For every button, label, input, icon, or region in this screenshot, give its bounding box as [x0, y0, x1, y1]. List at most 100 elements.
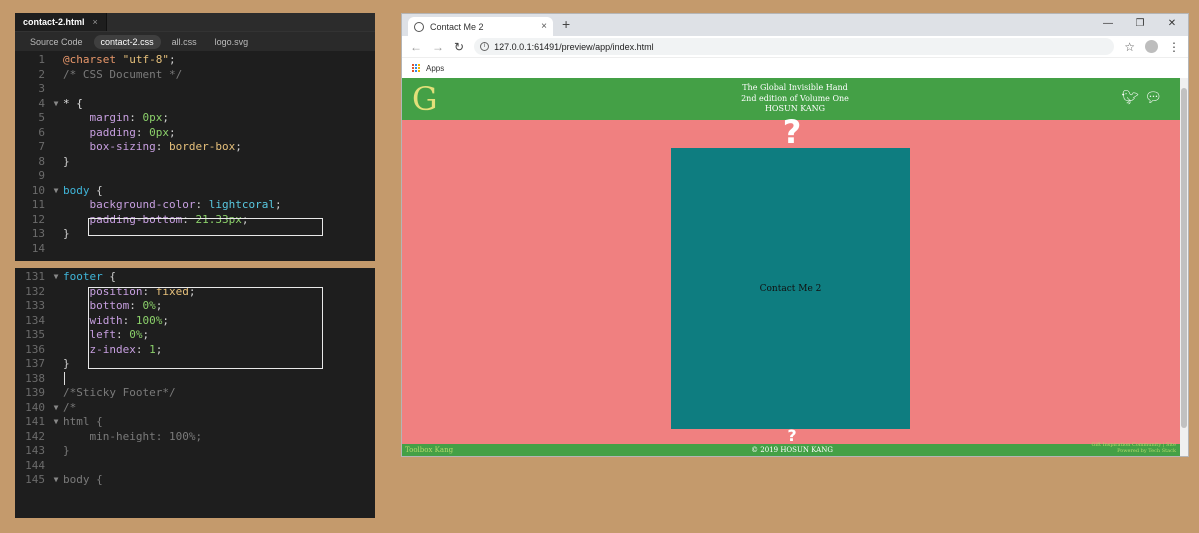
line-number: 11 [31, 198, 45, 211]
code-line[interactable]: 142 min-height: 100%; [15, 430, 375, 445]
related-file-logo-svg[interactable]: logo.svg [208, 35, 256, 49]
fold-arrow-icon[interactable]: ▼ [49, 270, 63, 285]
related-file-contact-2-css[interactable]: contact-2.css [93, 34, 161, 49]
address-bar[interactable]: i 127.0.0.1:61491/preview/app/index.html [474, 38, 1115, 55]
gutter-spacer [49, 126, 63, 141]
bookmark-star-icon[interactable]: ☆ [1124, 40, 1135, 54]
gutter-spacer [49, 299, 63, 314]
code-line[interactable]: 6 padding: 0px; [15, 126, 375, 141]
menu-kebab-icon[interactable]: ⋮ [1168, 40, 1180, 54]
back-arrow-icon[interactable]: ← [410, 40, 422, 54]
gutter-spacer [49, 155, 63, 170]
code-text: } [63, 227, 70, 240]
gutter-spacer [49, 386, 63, 401]
code-line[interactable]: 3 [15, 82, 375, 97]
globe-icon [414, 21, 424, 32]
code-line[interactable]: 11 background-color: lightcoral; [15, 198, 375, 213]
line-number: 10 [31, 183, 45, 197]
browser-tab[interactable]: Contact Me 2 × [408, 17, 553, 36]
gutter-spacer [49, 169, 63, 184]
highlight-box-padding-bottom [88, 218, 323, 236]
code-line[interactable]: 10 ▼ body { [15, 184, 375, 199]
code-line[interactable]: 131 ▼ footer { [15, 270, 375, 285]
code-line[interactable]: 144 [15, 459, 375, 474]
apps-grid-icon[interactable] [412, 63, 421, 73]
gutter-spacer [49, 444, 63, 459]
scrollbar-thumb[interactable] [1181, 88, 1187, 428]
gutter-spacer [49, 430, 63, 445]
code-text: @charset "utf-8"; [63, 53, 176, 66]
code-text [63, 371, 65, 387]
minimize-button[interactable]: — [1092, 14, 1124, 36]
code-text: } [63, 154, 70, 168]
line-number: 136 [25, 342, 45, 356]
site-title: The Global Invisible Hand [742, 83, 848, 92]
line-number: 144 [25, 458, 45, 472]
page-viewport: G The Global Invisible Hand 2nd edition … [402, 78, 1188, 456]
close-window-button[interactable]: ✕ [1156, 14, 1188, 36]
line-number: 143 [25, 444, 45, 457]
fold-arrow-icon[interactable]: ▼ [49, 184, 63, 199]
line-number: 4 [38, 96, 45, 110]
code-line[interactable]: 141 ▼ html { [15, 415, 375, 430]
bookmarks-bar: Apps [402, 58, 1188, 78]
new-tab-button[interactable]: + [562, 16, 570, 32]
code-text: body { [63, 183, 103, 197]
code-line[interactable]: 140 ▼/* [15, 401, 375, 416]
close-icon[interactable]: × [93, 17, 98, 27]
code-line[interactable]: 14 [15, 242, 375, 257]
fold-arrow-icon[interactable]: ▼ [49, 415, 63, 430]
code-line[interactable]: 145 ▼ body { [15, 473, 375, 488]
code-line[interactable]: 8} [15, 155, 375, 170]
fold-arrow-icon[interactable]: ▼ [49, 97, 63, 112]
related-files-bar: Source Code contact-2.css all.css logo.s… [15, 31, 375, 51]
line-number: 139 [25, 386, 45, 399]
code-line[interactable]: 4 ▼ * { [15, 97, 375, 112]
footer-right-text[interactable]: Gift Inspiration Community | Site Powere… [1092, 442, 1176, 454]
gutter-spacer [49, 328, 63, 343]
site-logo[interactable]: G [412, 82, 438, 116]
line-number: 12 [31, 212, 45, 226]
question-mark-top: ? [782, 113, 802, 151]
line-number: 2 [38, 67, 45, 81]
info-icon[interactable]: i [480, 42, 490, 51]
code-line[interactable]: 7 box-sizing: border-box; [15, 140, 375, 155]
fold-arrow-icon[interactable]: ▼ [49, 401, 63, 416]
code-line[interactable]: 2 /* CSS Document */ [15, 68, 375, 83]
code-text: footer { [63, 270, 116, 283]
line-number: 5 [38, 111, 45, 124]
code-line[interactable]: 1 @charset "utf-8"; [15, 53, 375, 68]
code-line[interactable]: 9 [15, 169, 375, 184]
reload-icon[interactable]: ↻ [454, 40, 464, 54]
maximize-button[interactable]: ❐ [1124, 14, 1156, 36]
gutter-spacer [49, 198, 63, 213]
line-number: 142 [25, 429, 45, 443]
fold-arrow-icon[interactable]: ▼ [49, 473, 63, 488]
line-number: 134 [25, 313, 45, 327]
code-text: padding: 0px; [89, 125, 176, 139]
line-number: 13 [31, 227, 45, 240]
file-tab-contact-2-html[interactable]: contact-2.html × [15, 13, 107, 31]
chat-bubble-icon[interactable]: 💬︎ [1144, 91, 1162, 105]
close-tab-icon[interactable]: × [541, 21, 547, 32]
code-line[interactable]: 139 /*Sticky Footer*/ [15, 386, 375, 401]
related-file-source-code[interactable]: Source Code [23, 35, 90, 49]
code-line[interactable]: 5 margin: 0px; [15, 111, 375, 126]
apps-bookmark[interactable]: Apps [426, 64, 444, 73]
forward-arrow-icon[interactable]: → [432, 40, 444, 54]
profile-avatar-icon[interactable] [1145, 40, 1158, 53]
code-text: background-color: lightcoral; [89, 198, 282, 211]
code-line[interactable]: 138 [15, 371, 375, 387]
footer-right-line-2: Powered by Tech Stack [1117, 448, 1176, 454]
gutter-spacer [49, 357, 63, 372]
window-controls: — ❐ ✕ [1092, 14, 1188, 36]
code-editor-bottom[interactable]: 131 ▼ footer {132 position: fixed; 133 bott… [15, 268, 375, 518]
code-text: /* CSS Document */ [63, 67, 183, 81]
related-file-all-css[interactable]: all.css [165, 35, 204, 49]
twitter-icon[interactable]: 🐦︎ [1121, 91, 1139, 105]
code-editor-top[interactable]: contact-2.html × Source Code contact-2.c… [15, 13, 375, 261]
browser-title-bar: Contact Me 2 × + — ❐ ✕ [402, 14, 1188, 36]
code-line[interactable]: 143} [15, 444, 375, 459]
browser-toolbar: ← → ↻ i 127.0.0.1:61491/preview/app/inde… [402, 36, 1188, 58]
page-scrollbar[interactable] [1180, 78, 1188, 456]
